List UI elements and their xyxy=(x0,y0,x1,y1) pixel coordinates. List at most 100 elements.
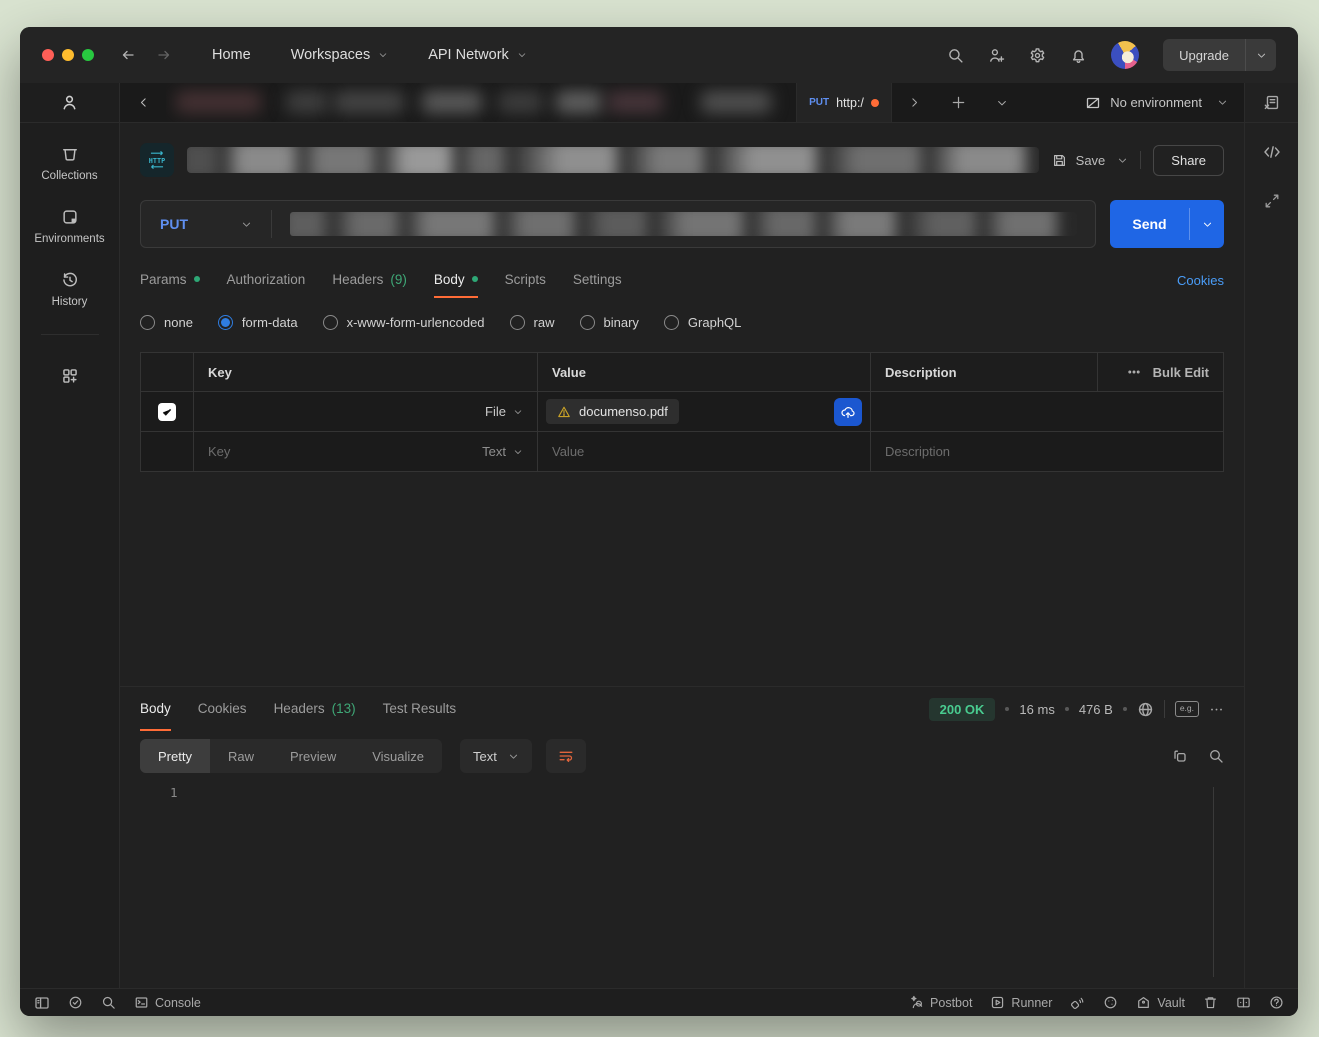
wrap-text-button[interactable] xyxy=(546,739,586,773)
save-button[interactable]: Save xyxy=(1052,153,1106,168)
console-button[interactable]: Console xyxy=(134,995,201,1010)
nav-workspaces[interactable]: Workspaces xyxy=(291,47,389,63)
environment-selector[interactable]: No environment xyxy=(1085,83,1244,122)
cookies-icon[interactable] xyxy=(1103,995,1118,1010)
description-column-header: Description xyxy=(870,353,1097,391)
tab-authorization[interactable]: Authorization xyxy=(227,262,306,298)
mode-none[interactable]: none xyxy=(140,315,193,330)
back-icon[interactable] xyxy=(120,47,136,63)
save-options-chevron-icon[interactable] xyxy=(1117,155,1128,166)
toggle-sidebar-icon[interactable] xyxy=(34,995,50,1011)
sidebar-item-environments[interactable]: Environments xyxy=(34,208,104,245)
copy-icon[interactable] xyxy=(1172,748,1188,764)
response-time[interactable]: 16 ms xyxy=(1019,702,1054,717)
nav-home[interactable]: Home xyxy=(212,47,251,63)
mode-x-www-form-urlencoded[interactable]: x-www-form-urlencoded xyxy=(323,315,485,330)
tab-options-chevron-icon[interactable] xyxy=(980,83,1024,122)
status-bar: Console Postbot Runner Vault xyxy=(20,988,1298,1016)
editor-scrollbar[interactable] xyxy=(1213,787,1214,977)
sidebar-item-collections[interactable]: Collections xyxy=(41,145,97,182)
more-tools-icon[interactable] xyxy=(61,367,79,385)
maximize-window-button[interactable] xyxy=(82,49,94,61)
mode-binary[interactable]: binary xyxy=(580,315,639,330)
format-selector[interactable]: Text xyxy=(460,739,532,773)
collapse-expand-icon[interactable] xyxy=(1264,193,1280,209)
method-selector[interactable]: PUT xyxy=(141,216,271,232)
response-size[interactable]: 476 B xyxy=(1079,702,1113,717)
postbot-button[interactable]: Postbot xyxy=(909,995,972,1010)
share-button[interactable]: Share xyxy=(1153,145,1224,176)
response-tab-cookies[interactable]: Cookies xyxy=(198,687,247,731)
column-options-icon[interactable] xyxy=(1127,365,1141,379)
search-icon[interactable] xyxy=(947,47,964,64)
key-cell[interactable]: File xyxy=(193,391,537,431)
new-tab-icon[interactable] xyxy=(936,83,980,122)
view-visualize[interactable]: Visualize xyxy=(354,739,442,773)
invite-user-icon[interactable] xyxy=(988,47,1005,64)
scroll-tabs-left-icon[interactable] xyxy=(120,83,166,122)
tab-scripts[interactable]: Scripts xyxy=(505,262,546,298)
code-snippet-icon[interactable] xyxy=(1263,143,1281,161)
bell-icon[interactable] xyxy=(1070,47,1087,64)
tab-body[interactable]: Body xyxy=(434,262,478,298)
postbot-icon xyxy=(909,995,924,1010)
mode-graphql[interactable]: GraphQL xyxy=(664,315,741,330)
two-pane-view-icon[interactable] xyxy=(1236,995,1251,1010)
forward-icon[interactable] xyxy=(156,47,172,63)
gear-icon[interactable] xyxy=(1029,47,1046,64)
send-button[interactable]: Send xyxy=(1110,200,1224,248)
mode-raw[interactable]: raw xyxy=(510,315,555,330)
upload-file-button[interactable] xyxy=(834,398,862,426)
cookies-link[interactable]: Cookies xyxy=(1177,273,1224,288)
response-tab-body[interactable]: Body xyxy=(140,687,171,731)
row-checkbox-checked[interactable] xyxy=(158,403,176,421)
environment-quick-look-icon[interactable] xyxy=(1263,94,1280,111)
method-label: PUT xyxy=(160,216,188,232)
send-options-chevron-icon[interactable] xyxy=(1190,200,1224,248)
view-preview[interactable]: Preview xyxy=(272,739,354,773)
bulk-edit-button[interactable]: Bulk Edit xyxy=(1153,365,1209,380)
tab-headers[interactable]: Headers(9) xyxy=(332,262,407,298)
minimize-window-button[interactable] xyxy=(62,49,74,61)
tab-params[interactable]: Params xyxy=(140,262,200,298)
value-type-selector[interactable]: File xyxy=(485,404,523,419)
value-placeholder: Value xyxy=(552,444,584,459)
chevron-down-icon xyxy=(1217,97,1228,108)
response-options-icon[interactable] xyxy=(1209,702,1224,717)
view-raw[interactable]: Raw xyxy=(210,739,272,773)
upgrade-button[interactable]: Upgrade xyxy=(1163,39,1276,71)
nav-api-network[interactable]: API Network xyxy=(428,47,527,63)
tab-settings[interactable]: Settings xyxy=(573,262,622,298)
runner-button[interactable]: Runner xyxy=(990,995,1052,1010)
globe-icon[interactable] xyxy=(1137,701,1154,718)
search-response-icon[interactable] xyxy=(1208,748,1224,764)
response-tab-headers[interactable]: Headers(13) xyxy=(274,687,356,731)
key-cell[interactable]: Key Text xyxy=(193,431,537,471)
status-badge[interactable]: 200 OK xyxy=(929,698,996,721)
save-label: Save xyxy=(1076,153,1106,168)
active-request-tab[interactable]: PUT http:/ xyxy=(796,83,892,122)
attached-file-chip[interactable]: documenso.pdf xyxy=(546,399,679,424)
scroll-tabs-right-icon[interactable] xyxy=(892,83,936,122)
avatar[interactable] xyxy=(1111,41,1139,69)
vault-button[interactable]: Vault xyxy=(1136,995,1185,1010)
syntax-check-icon[interactable] xyxy=(68,995,83,1010)
save-as-example-icon[interactable]: e.g. xyxy=(1175,701,1199,716)
response-body-editor[interactable]: 1 xyxy=(140,775,1224,988)
close-window-button[interactable] xyxy=(42,49,54,61)
blurred-url-input[interactable] xyxy=(290,212,1077,236)
find-icon[interactable] xyxy=(101,995,116,1010)
capture-requests-icon[interactable] xyxy=(1070,995,1085,1010)
value-type-selector[interactable]: Text xyxy=(482,444,523,459)
chevron-down-icon[interactable] xyxy=(1246,39,1276,71)
description-cell[interactable] xyxy=(870,391,1223,431)
response-tab-test-results[interactable]: Test Results xyxy=(383,687,457,731)
mode-form-data[interactable]: form-data xyxy=(218,315,298,330)
trash-icon[interactable] xyxy=(1203,995,1218,1010)
sidebar-item-history[interactable]: History xyxy=(52,271,88,308)
view-pretty[interactable]: Pretty xyxy=(140,739,210,773)
description-cell[interactable]: Description xyxy=(870,431,1223,471)
help-icon[interactable] xyxy=(1269,995,1284,1010)
value-cell[interactable]: Value xyxy=(537,431,870,471)
profile-icon[interactable] xyxy=(60,93,79,112)
